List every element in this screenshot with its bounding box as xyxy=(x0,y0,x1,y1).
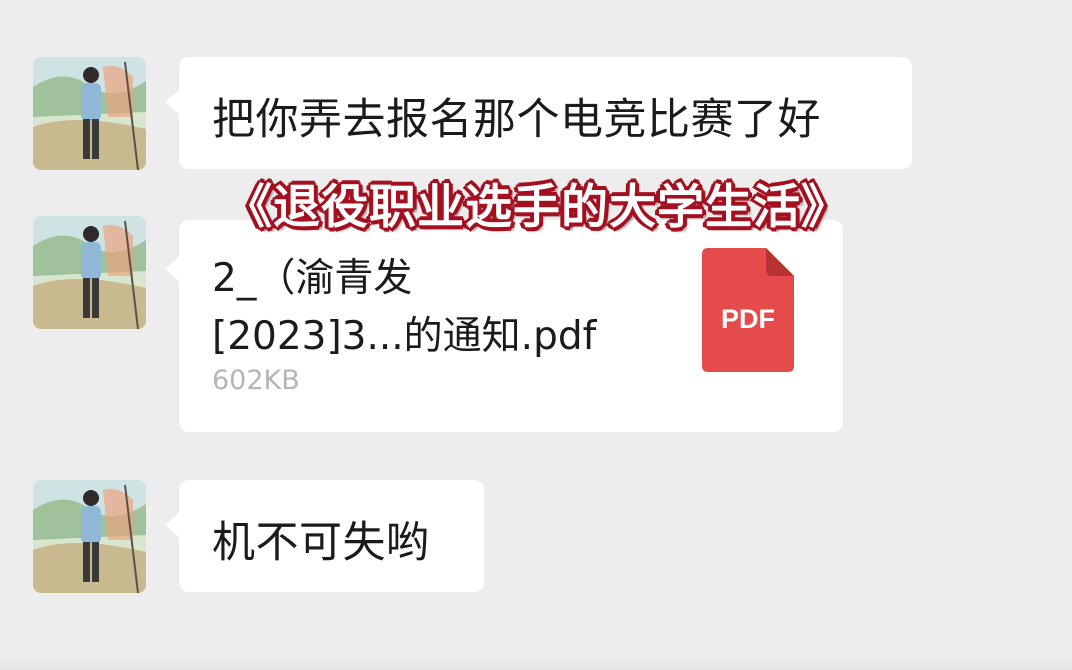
file-name-line: [2023]3...的通知.pdf xyxy=(212,314,597,359)
message-bubble[interactable]: 把你弄去报名那个电竞比赛了好 xyxy=(165,57,912,169)
file-name-line: 2_（渝青发 xyxy=(212,256,413,301)
message-bubble[interactable]: 机不可失哟 xyxy=(165,480,484,592)
avatar-illustration xyxy=(33,216,146,329)
bottom-edge xyxy=(0,656,1072,670)
message-text: 机不可失哟 xyxy=(212,518,430,568)
avatar[interactable] xyxy=(33,57,146,170)
avatar[interactable] xyxy=(33,480,146,593)
file-size: 602KB xyxy=(212,365,300,396)
file-message-bubble[interactable]: 2_（渝青发 [2023]3...的通知.pdf 602KB PDF xyxy=(165,220,843,432)
avatar-illustration xyxy=(33,480,146,593)
pdf-icon-label: PDF xyxy=(721,304,775,334)
pdf-file-icon: PDF xyxy=(702,248,794,372)
message-text: 把你弄去报名那个电竞比赛了好 xyxy=(212,95,821,145)
avatar[interactable] xyxy=(33,216,146,329)
video-title-overlay: 《退役职业选手的大学生活》 xyxy=(225,180,849,235)
file-name: 2_（渝青发 [2023]3...的通知.pdf xyxy=(212,250,682,366)
avatar-illustration xyxy=(33,57,146,170)
